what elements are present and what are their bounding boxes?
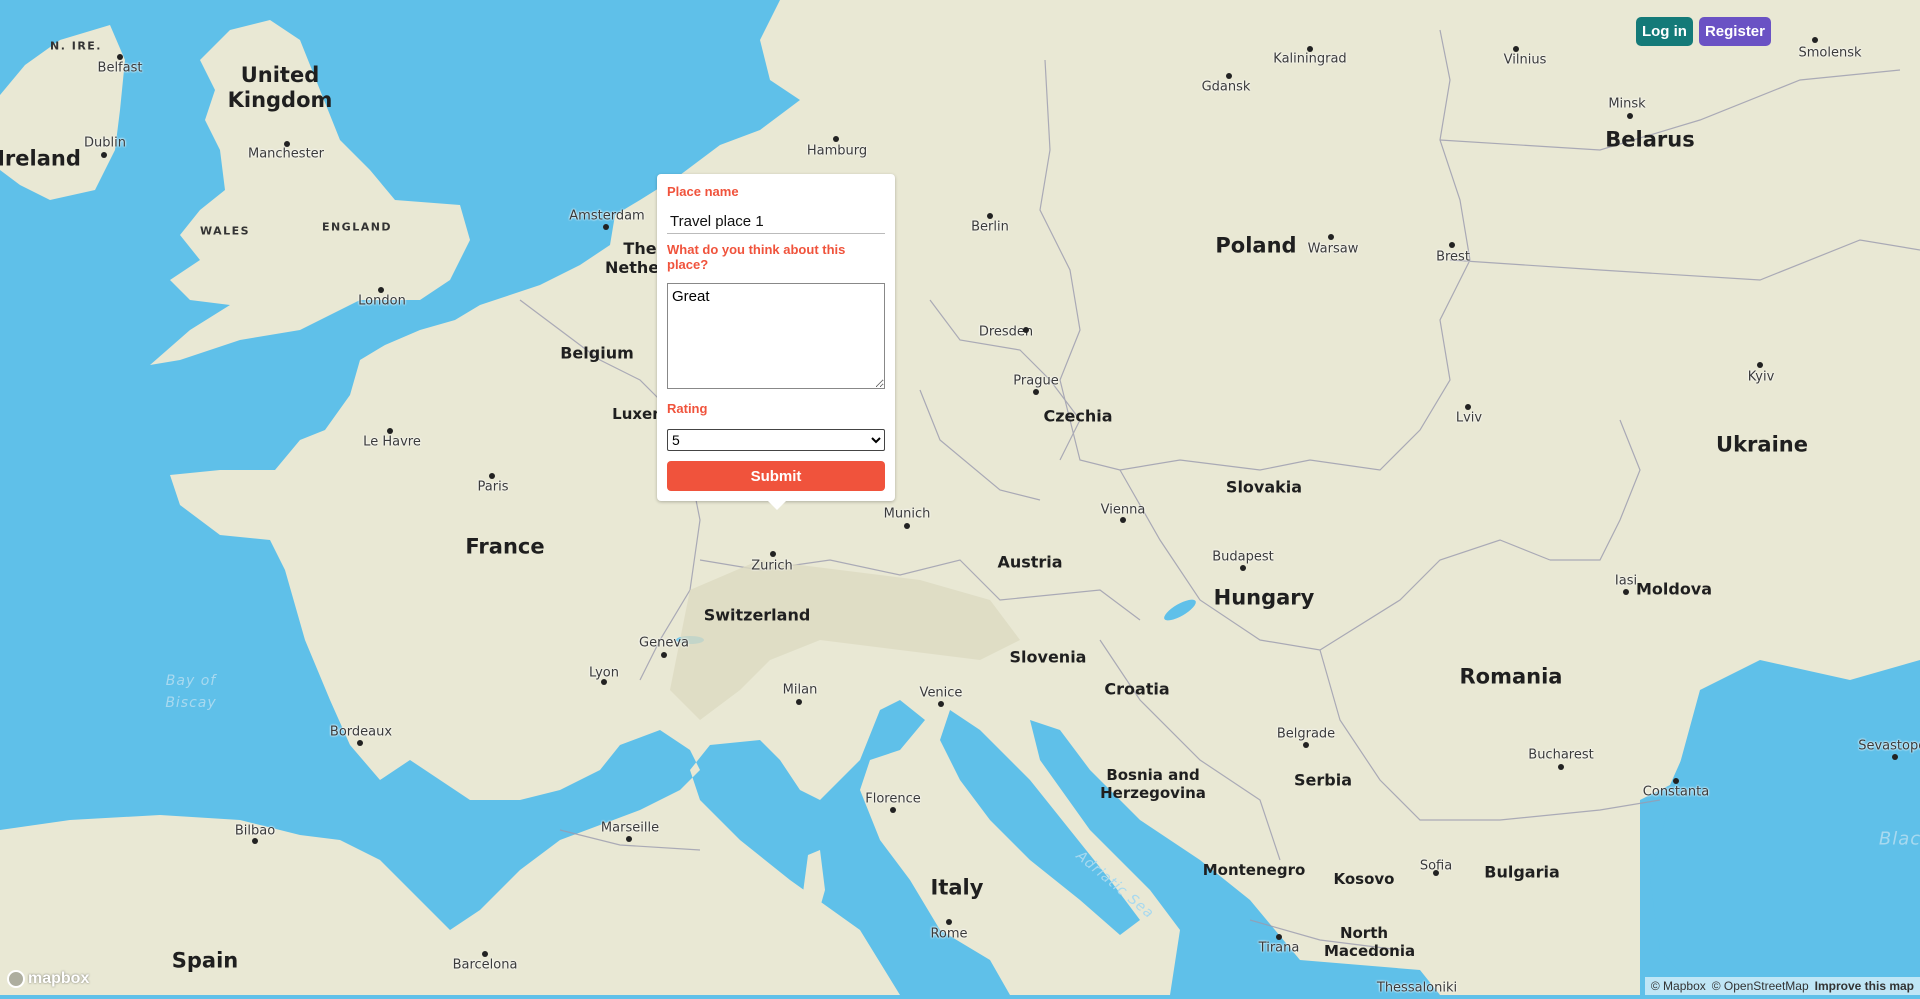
city-dot: [1673, 778, 1679, 784]
city-dot: [1465, 404, 1471, 410]
city-dot: [387, 428, 393, 434]
city-dot: [489, 473, 495, 479]
city-dot: [1328, 234, 1334, 240]
city-dot: [1623, 589, 1629, 595]
city-dot: [661, 652, 667, 658]
city-dot: [904, 523, 910, 529]
city-dot: [626, 836, 632, 842]
city-dot: [357, 740, 363, 746]
register-button[interactable]: Register: [1698, 17, 1771, 46]
city-dot: [1033, 389, 1039, 395]
city-dot: [796, 699, 802, 705]
city-dot: [601, 679, 607, 685]
city-dot: [284, 141, 290, 147]
city-dot: [770, 551, 776, 557]
city-dot: [1892, 754, 1898, 760]
review-label: What do you think about this place?: [667, 242, 846, 272]
city-dot: [1757, 362, 1763, 368]
city-dot: [603, 224, 609, 230]
submit-button[interactable]: Submit: [667, 461, 885, 491]
rating-select[interactable]: 5: [667, 429, 885, 451]
city-dot: [1023, 327, 1029, 333]
city-dot: [1303, 742, 1309, 748]
city-dot: [1240, 565, 1246, 571]
city-dot: [938, 701, 944, 707]
map-canvas[interactable]: N. IRE. WALES ENGLAND United Kingdom Ire…: [0, 0, 1920, 996]
city-dot: [117, 54, 123, 60]
place-name-input[interactable]: [667, 207, 885, 234]
city-dot: [1120, 517, 1126, 523]
city-dot: [1226, 73, 1232, 79]
map-base: [0, 0, 1920, 995]
improve-map-link[interactable]: Improve this map: [1815, 979, 1914, 993]
city-dot: [1558, 764, 1564, 770]
attribution-osm-link[interactable]: © OpenStreetMap: [1712, 979, 1809, 993]
city-dot: [1433, 870, 1439, 876]
city-dot: [1812, 37, 1818, 43]
city-dot: [890, 807, 896, 813]
city-dot: [987, 213, 993, 219]
auth-buttons: Log in Register: [1635, 17, 1771, 46]
city-dot: [1513, 46, 1519, 52]
city-dot: [252, 838, 258, 844]
map-attribution: © Mapbox © OpenStreetMap Improve this ma…: [1644, 977, 1920, 995]
new-place-form: Place name What do you think about this …: [667, 184, 885, 491]
city-dot: [1449, 242, 1455, 248]
city-dot: [1276, 934, 1282, 940]
city-dot: [946, 919, 952, 925]
mapbox-logo[interactable]: mapbox: [7, 970, 89, 988]
mapbox-logo-text: mapbox: [28, 970, 90, 987]
login-button[interactable]: Log in: [1635, 17, 1693, 46]
city-dot: [482, 951, 488, 957]
city-dot: [101, 152, 107, 158]
new-place-popup: Place name What do you think about this …: [657, 174, 895, 510]
city-dot: [1627, 113, 1633, 119]
review-textarea[interactable]: Great: [667, 283, 885, 389]
city-dot: [833, 136, 839, 142]
attribution-mapbox-link[interactable]: © Mapbox: [1651, 979, 1706, 993]
rating-label: Rating: [667, 401, 708, 416]
city-dot: [378, 287, 384, 293]
place-name-label: Place name: [667, 184, 739, 199]
city-dot: [1307, 46, 1313, 52]
mapbox-logo-icon: [7, 970, 25, 988]
